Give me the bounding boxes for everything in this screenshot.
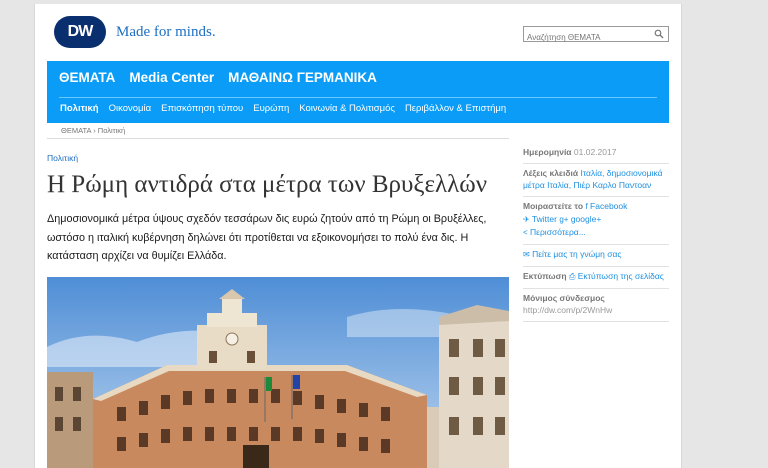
dw-logo[interactable]: DW [54, 16, 106, 48]
article-title: Η Ρώμη αντιδρά στα μέτρα των Βρυξελλών [47, 171, 488, 198]
subnav-item-press-review[interactable]: Επισκόπηση τύπου [161, 103, 243, 114]
twitter-link[interactable]: Twitter [532, 214, 557, 224]
share-row: Μοιραστείτε το f Facebook ✈ Twitter g+ g… [523, 197, 669, 245]
palazzo-photo [47, 277, 509, 468]
share-label: Μοιραστείτε το [523, 201, 584, 211]
permalink-row: Μόνιμος σύνδεσμος http://dw.com/p/2WnHw [523, 289, 669, 322]
more-share-link[interactable]: Περισσότερα... [530, 227, 586, 237]
nav-item-themata[interactable]: ΘΕΜΑΤΑ [59, 70, 115, 85]
subnav-item-economy[interactable]: Οικονομία [109, 103, 152, 114]
subnav-item-europe[interactable]: Ευρώπη [253, 103, 289, 114]
nav-item-learn-german[interactable]: ΜΑΘΑΙΝΩ ΓΕΡΜΑΝΙΚΑ [228, 70, 377, 85]
breadcrumb[interactable]: ΘΕΜΑΤΑ › Πολιτική [61, 126, 125, 135]
search-icon[interactable] [654, 29, 664, 39]
feedback-row: ✉ Πείτε μας τη γνώμη σας [523, 245, 669, 267]
share-icon[interactable]: < [523, 228, 528, 237]
subnav-item-society-culture[interactable]: Κοινωνία & Πολιτισμός [299, 103, 395, 114]
facebook-icon[interactable]: f [585, 202, 587, 211]
googleplus-link[interactable]: google+ [571, 214, 602, 224]
nav-divider [59, 97, 657, 98]
search-input[interactable] [524, 30, 647, 44]
page: DW Made for minds. ΘΕΜΑΤΑ Media Center Μ… [34, 4, 682, 468]
article-sidebar: Ημερομηνία 01.02.2017 Λέξεις κλειδιά Ιτα… [523, 143, 669, 322]
permalink-value[interactable]: http://dw.com/p/2WnHw [523, 304, 669, 316]
print-link[interactable]: Εκτύπωση της σελίδας [578, 271, 664, 281]
tagline: Made for minds. [116, 24, 216, 40]
breadcrumb-divider [47, 138, 509, 139]
search-box[interactable] [523, 26, 669, 44]
date-row: Ημερομηνία 01.02.2017 [523, 143, 669, 164]
article-photo [47, 277, 509, 468]
print-row: Εκτύπωση ⎙ Εκτύπωση της σελίδας [523, 267, 669, 289]
article-lead: Δημοσιονομικά μέτρα ύψους σχεδόν τεσσάρω… [47, 213, 487, 262]
print-label: Εκτύπωση [523, 271, 567, 281]
facebook-link[interactable]: Facebook [590, 201, 627, 211]
nav-item-media-center[interactable]: Media Center [129, 70, 214, 85]
print-icon[interactable]: ⎙ [569, 272, 575, 281]
date-label: Ημερομηνία [523, 147, 572, 157]
keywords-label: Λέξεις κλειδιά [523, 168, 579, 178]
googleplus-icon[interactable]: g+ [559, 215, 568, 224]
subnav-item-politics[interactable]: Πολιτική [60, 103, 99, 114]
subnav-item-environment-science[interactable]: Περιβάλλον & Επιστήμη [405, 103, 506, 114]
article-section-label[interactable]: Πολιτική [47, 153, 78, 163]
mail-icon[interactable]: ✉ [523, 250, 530, 259]
permalink-label: Μόνιμος σύνδεσμος [523, 293, 605, 303]
date-value: 01.02.2017 [573, 147, 617, 157]
main-navigation: ΘΕΜΑΤΑ Media Center ΜΑΘΑΙΝΩ ΓΕΡΜΑΝΙΚΑ Πο… [47, 61, 669, 123]
twitter-icon[interactable]: ✈ [523, 215, 530, 224]
feedback-link[interactable]: Πείτε μας τη γνώμη σας [532, 249, 621, 259]
keywords-row: Λέξεις κλειδιά Ιταλία, δημοσιονομικά μέτ… [523, 164, 669, 197]
